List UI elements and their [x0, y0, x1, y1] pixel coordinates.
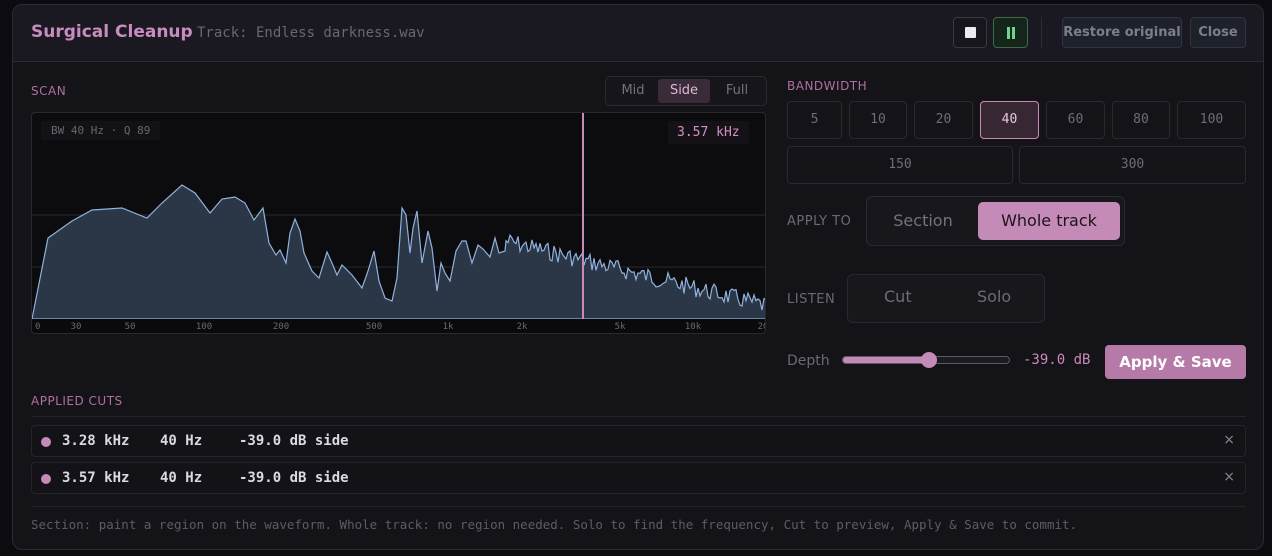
- frequency-tick-label: 30: [71, 322, 82, 332]
- applied-cut-row: 3.28 kHz 40 Hz -39.0 dB side ×: [31, 425, 1246, 457]
- scan-mode-side[interactable]: Side: [658, 79, 710, 103]
- pause-button[interactable]: [993, 17, 1028, 48]
- scan-mode-toggle: Mid Side Full: [605, 76, 767, 106]
- divider: [31, 506, 1246, 507]
- bandwidth-300[interactable]: 300: [1019, 146, 1246, 184]
- frequency-tick-label: 100: [196, 322, 212, 332]
- spectrum-area: [32, 184, 765, 320]
- bandwidth-100[interactable]: 100: [1177, 101, 1246, 139]
- bandwidth-150[interactable]: 150: [787, 146, 1013, 184]
- cut-bandwidth: 40 Hz: [160, 433, 203, 449]
- cut-frequency: 3.28 kHz: [62, 433, 130, 449]
- spectrum-scan[interactable]: 0 30 50 100 200 500 1k 2k 5k 10k 20 BW 40 Hz · Q 8…: [31, 112, 766, 334]
- scan-mode-mid[interactable]: Mid: [608, 79, 658, 103]
- listen-cut[interactable]: Cut: [884, 287, 912, 306]
- bandwidth-20[interactable]: 20: [914, 101, 973, 139]
- apply-to-whole-track[interactable]: Whole track: [978, 202, 1120, 240]
- bandwidth-10[interactable]: 10: [849, 101, 907, 139]
- frequency-tick-label: 20: [758, 322, 766, 332]
- bw-q-readout: BW 40 Hz · Q 89: [41, 121, 161, 140]
- depth-slider-fill: [843, 357, 930, 363]
- apply-save-button[interactable]: Apply & Save: [1105, 345, 1246, 379]
- listen-toggle: Cut Solo: [847, 274, 1045, 323]
- frequency-tick-label: 10k: [685, 322, 702, 332]
- bandwidth-80[interactable]: 80: [1112, 101, 1170, 139]
- frequency-tick-label: 500: [366, 322, 382, 332]
- surgical-cleanup-dialog: Surgical Cleanup Track: Endless darkness…: [12, 4, 1264, 550]
- spectrum-plot[interactable]: 0 30 50 100 200 500 1k 2k 5k 10k 20: [32, 113, 766, 334]
- remove-cut-button[interactable]: ×: [1223, 469, 1235, 485]
- depth-value: -39.0 dB: [1023, 352, 1091, 368]
- restore-original-button[interactable]: Restore original: [1062, 17, 1182, 48]
- cut-bandwidth: 40 Hz: [160, 470, 203, 486]
- help-text: Section: paint a region on the waveform.…: [31, 517, 1078, 532]
- bandwidth-label: BANDWIDTH: [787, 79, 868, 93]
- cut-depth: -39.0 dB side: [239, 433, 349, 449]
- bandwidth-60[interactable]: 60: [1046, 101, 1105, 139]
- track-name: Track: Endless darkness.wav: [197, 25, 425, 41]
- apply-to-label: APPLY TO: [787, 214, 852, 229]
- stop-icon: [965, 27, 976, 38]
- apply-to-section[interactable]: Section: [875, 202, 971, 240]
- depth-slider-thumb[interactable]: [921, 352, 938, 368]
- listen-label: LISTEN: [787, 292, 836, 307]
- bandwidth-40[interactable]: 40: [980, 101, 1039, 139]
- frequency-tick-label: 1k: [443, 322, 454, 332]
- dialog-header: Surgical Cleanup Track: Endless darkness…: [13, 5, 1263, 62]
- close-button[interactable]: Close: [1190, 17, 1246, 48]
- dialog-title: Surgical Cleanup: [31, 22, 193, 42]
- cut-frequency: 3.57 kHz: [62, 470, 130, 486]
- frequency-tick-label: 5k: [615, 322, 626, 332]
- stop-button[interactable]: [953, 17, 987, 48]
- frequency-tick-label: 200: [273, 322, 289, 332]
- applied-cuts-label: APPLIED CUTS: [31, 394, 123, 408]
- applied-cut-row: 3.57 kHz 40 Hz -39.0 dB side ×: [31, 462, 1246, 494]
- scan-mode-full[interactable]: Full: [710, 79, 764, 103]
- frequency-tick-label: 0: [35, 322, 40, 332]
- divider: [31, 416, 1246, 417]
- frequency-tick-label: 50: [125, 322, 136, 332]
- frequency-readout: 3.57 kHz: [668, 121, 749, 144]
- header-divider: [1041, 17, 1042, 48]
- remove-cut-button[interactable]: ×: [1223, 432, 1235, 448]
- cut-dot-icon: [41, 437, 51, 447]
- bandwidth-5[interactable]: 5: [787, 101, 842, 139]
- apply-to-toggle: Section Whole track: [866, 196, 1125, 246]
- cut-dot-icon: [41, 474, 51, 484]
- cut-depth: -39.0 dB side: [239, 470, 349, 486]
- depth-label: Depth: [787, 353, 830, 369]
- frequency-tick-label: 2k: [517, 322, 528, 332]
- listen-solo[interactable]: Solo: [977, 287, 1011, 306]
- scan-label: SCAN: [31, 84, 67, 98]
- depth-slider[interactable]: [842, 352, 1010, 368]
